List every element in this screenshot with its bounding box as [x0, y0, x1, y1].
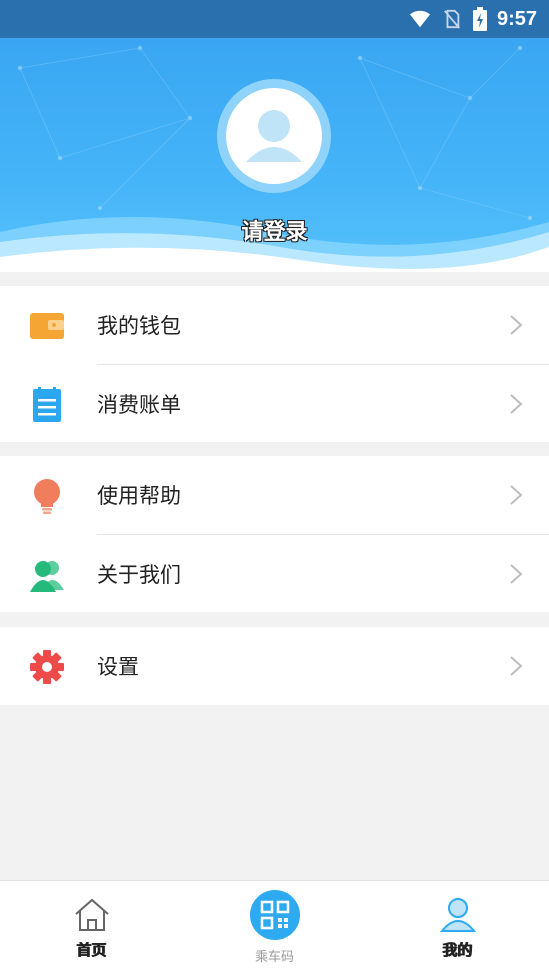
avatar[interactable] [217, 79, 331, 193]
bill-icon [33, 387, 61, 422]
menu-item-about[interactable]: 关于我们 [0, 535, 549, 613]
battery-charging-icon [472, 7, 487, 31]
menu-item-label: 我的钱包 [97, 314, 181, 338]
wifi-icon [409, 10, 431, 28]
user-avatar-icon [246, 110, 302, 162]
lightbulb-icon [34, 479, 60, 514]
menu-item-help[interactable]: 使用帮助 [0, 456, 549, 534]
home-icon [74, 898, 109, 931]
menu-item-label: 使用帮助 [97, 484, 181, 508]
tab-label: 乘车码 [254, 950, 294, 965]
gear-icon [30, 650, 64, 684]
profile-header: 请登录 [0, 38, 549, 272]
status-time: 9:57 [496, 7, 537, 30]
menu-item-label: 关于我们 [97, 563, 181, 587]
profile-icon [439, 898, 476, 932]
status-bar: 9:57 [0, 0, 549, 38]
menu-group-settings: 设置 [0, 627, 549, 705]
users-icon [30, 561, 64, 592]
menu-item-label: 消费账单 [97, 393, 181, 417]
tab-mine[interactable]: 我的 [366, 881, 549, 977]
tab-label: 首页 [76, 941, 107, 959]
chevron-right-icon [510, 315, 523, 335]
chevron-right-icon [510, 394, 523, 414]
menu-group-help: 使用帮助 关于我们 [0, 456, 549, 612]
menu-item-wallet[interactable]: 我的钱包 [0, 286, 549, 364]
menu-item-settings[interactable]: 设置 [0, 627, 549, 705]
qr-button[interactable] [249, 890, 300, 940]
no-sim-icon [444, 9, 460, 29]
chevron-right-icon [510, 485, 523, 505]
menu-group-wallet: 我的钱包 消费账单 [0, 286, 549, 442]
login-prompt[interactable]: 请登录 [0, 214, 549, 246]
menu-item-label: 设置 [97, 655, 139, 679]
wallet-icon [30, 313, 64, 339]
qr-code-icon [260, 900, 289, 930]
menu-item-bills[interactable]: 消费账单 [0, 365, 549, 443]
tab-ride-code[interactable]: 乘车码 [183, 881, 366, 977]
tab-label: 我的 [442, 941, 473, 959]
bottom-tab-bar: 首页 乘车码 我的 [0, 880, 549, 977]
tab-home[interactable]: 首页 [0, 881, 183, 977]
chevron-right-icon [510, 564, 523, 584]
chevron-right-icon [510, 656, 523, 676]
